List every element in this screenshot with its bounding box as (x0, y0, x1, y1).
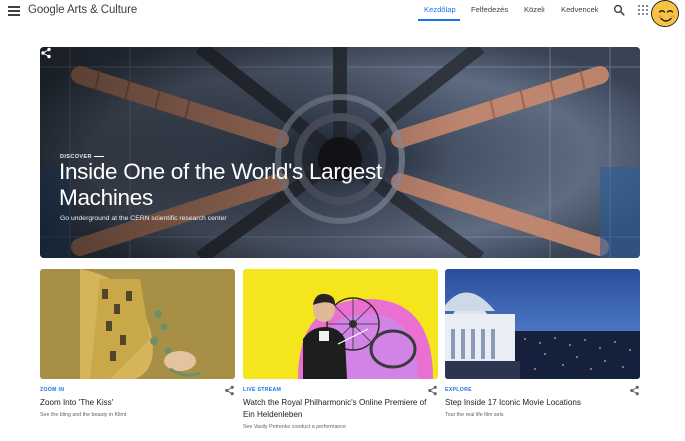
account-avatar[interactable] (651, 0, 679, 27)
share-icon[interactable] (629, 385, 640, 396)
card-description: Tour the real life film sets (445, 412, 504, 418)
story-card[interactable]: EXPLORE Step Inside 17 Iconic Movie Loca… (445, 269, 640, 418)
search-icon[interactable] (613, 4, 625, 16)
brand-logo[interactable]: Google Arts & Culture (28, 4, 137, 16)
nav-tab-explore[interactable]: Felfedezés (471, 5, 511, 19)
card-image-royal-philharmonic[interactable] (243, 269, 438, 379)
top-bar: Google Arts & Culture Kezdőlap Felfedezé… (0, 0, 685, 27)
card-title[interactable]: Step Inside 17 Iconic Movie Locations (445, 397, 630, 409)
story-card[interactable]: LIVE STREAM Watch the Royal Philharmonic… (243, 269, 438, 430)
nav-tab-home[interactable]: Kezdőlap (424, 5, 460, 19)
hero-gradient-overlay (40, 47, 640, 258)
share-icon[interactable] (40, 47, 52, 59)
card-title[interactable]: Watch the Royal Philharmonic's Online Pr… (243, 397, 428, 421)
card-description: See the bling and the beauty in Klimt (40, 412, 127, 418)
hero-subtitle: Go underground at the CERN scientific re… (60, 215, 227, 222)
card-kicker: ZOOM IN (40, 387, 65, 393)
card-image-the-kiss[interactable] (40, 269, 235, 379)
story-card[interactable]: ZOOM IN Zoom Into 'The Kiss' See the bli… (40, 269, 235, 418)
hero-feature-card[interactable]: DISCOVER Inside One of the World's Large… (40, 47, 640, 258)
card-image-griffith-observatory[interactable] (445, 269, 640, 379)
card-title[interactable]: Zoom Into 'The Kiss' (40, 397, 225, 409)
nav-tab-favorites[interactable]: Kedvencek (561, 5, 601, 19)
card-kicker: LIVE STREAM (243, 387, 282, 393)
nav-tab-nearby[interactable]: Közeli (524, 5, 549, 19)
card-description: See Vasily Petrenko conduct a performanc… (243, 424, 346, 430)
apps-grid-icon[interactable] (638, 5, 648, 15)
active-tab-indicator (418, 19, 460, 21)
card-kicker: EXPLORE (445, 387, 472, 393)
hero-title[interactable]: Inside One of the World's Largest Machin… (59, 159, 419, 211)
share-icon[interactable] (224, 385, 235, 396)
share-icon[interactable] (427, 385, 438, 396)
hamburger-menu-icon[interactable] (8, 6, 20, 16)
